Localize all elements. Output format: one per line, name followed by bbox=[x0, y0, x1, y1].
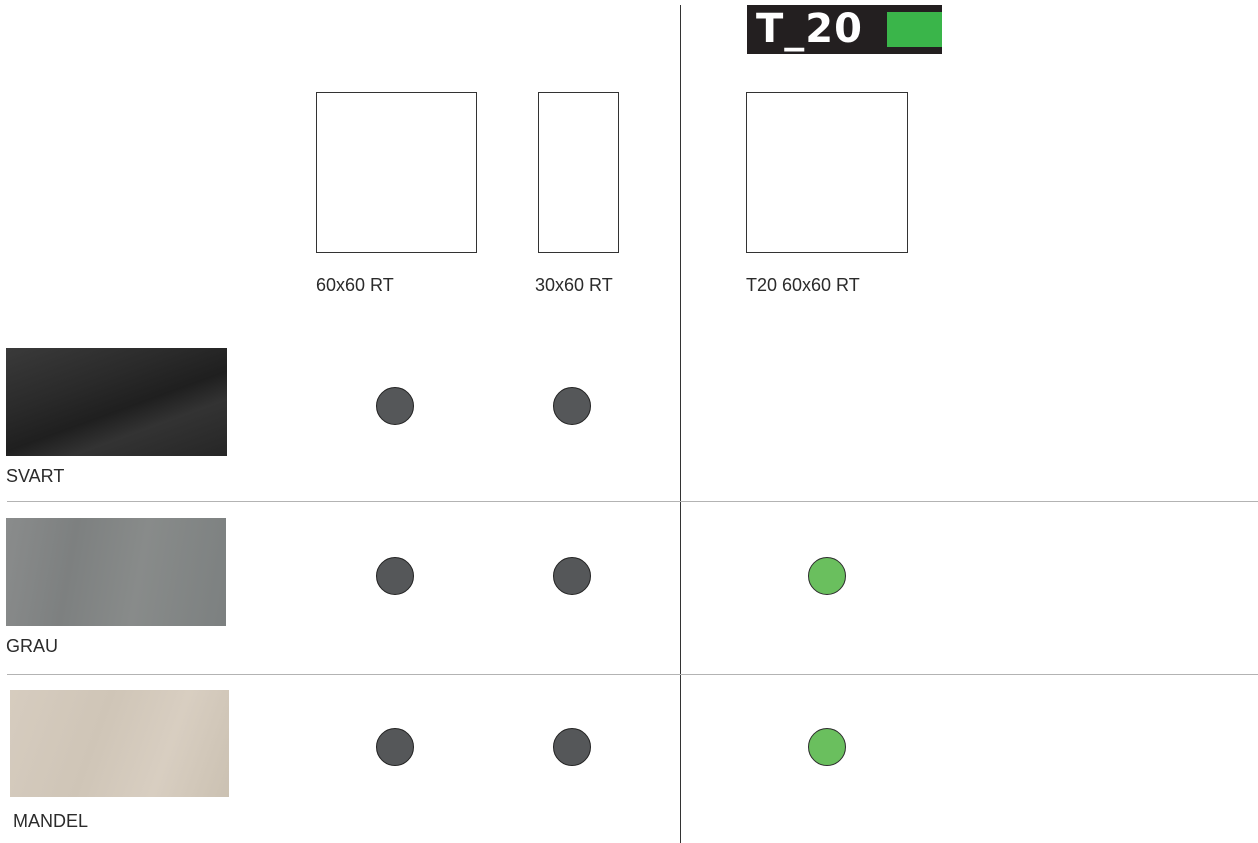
format-60x60-outline bbox=[316, 92, 477, 253]
availability-dot-grau-t20 bbox=[808, 557, 846, 595]
availability-dot-mandel-30x60 bbox=[553, 728, 591, 766]
availability-dot-mandel-t20 bbox=[808, 728, 846, 766]
availability-dot-mandel-60x60 bbox=[376, 728, 414, 766]
availability-dot-svart-60x60 bbox=[376, 387, 414, 425]
format-t20-60x60-outline bbox=[746, 92, 908, 253]
swatch-grau bbox=[6, 518, 226, 626]
availability-dot-grau-60x60 bbox=[376, 557, 414, 595]
color-label-svart: SVART bbox=[6, 466, 65, 486]
color-label-grau: GRAU bbox=[6, 636, 59, 656]
swatch-mandel bbox=[10, 690, 229, 797]
t20-logo: T_20 bbox=[747, 5, 942, 54]
format-label-60x60: 60x60 RT bbox=[316, 275, 394, 295]
t20-section-divider bbox=[680, 5, 681, 843]
color-label-mandel: MANDEL bbox=[13, 811, 89, 831]
availability-dot-grau-30x60 bbox=[553, 557, 591, 595]
format-label-30x60: 30x60 RT bbox=[535, 275, 613, 295]
row-divider-svart-grau bbox=[7, 501, 1258, 502]
t20-logo-text: T_20 bbox=[756, 6, 863, 52]
format-label-t20-60x60: T20 60x60 RT bbox=[746, 275, 860, 295]
swatch-svart bbox=[6, 348, 227, 456]
availability-dot-svart-30x60 bbox=[553, 387, 591, 425]
format-30x60-outline bbox=[538, 92, 619, 253]
row-divider-grau-mandel bbox=[7, 674, 1258, 675]
t20-logo-green-block bbox=[887, 12, 942, 47]
